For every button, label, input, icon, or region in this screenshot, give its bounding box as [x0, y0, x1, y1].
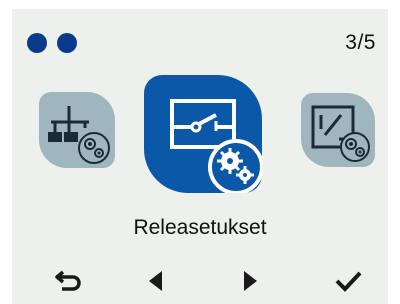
- analog-output-settings-icon: [311, 105, 370, 162]
- navigation-bar: [12, 264, 388, 298]
- status-dot: [57, 33, 77, 53]
- back-icon: [55, 270, 81, 291]
- next-icon: [244, 271, 257, 291]
- status-dots: [27, 33, 77, 53]
- next-button[interactable]: [230, 264, 270, 298]
- page-indicator: 3/5: [345, 31, 376, 54]
- carousel-item-relay-settings[interactable]: [144, 75, 262, 193]
- carousel-item-network[interactable]: [39, 92, 115, 168]
- back-button[interactable]: [49, 264, 89, 298]
- network-settings-icon: [48, 106, 110, 164]
- confirm-icon: [335, 271, 362, 292]
- selected-item-label: Releasetukset: [133, 216, 267, 239]
- confirm-button[interactable]: [328, 264, 368, 298]
- previous-button[interactable]: [136, 264, 176, 298]
- carousel-item-analog-output[interactable]: [301, 93, 375, 167]
- device-screen: 3/5 Releasetukset: [12, 9, 388, 304]
- status-dot: [27, 33, 47, 53]
- previous-icon: [149, 271, 162, 291]
- relay-settings-icon: [170, 99, 262, 193]
